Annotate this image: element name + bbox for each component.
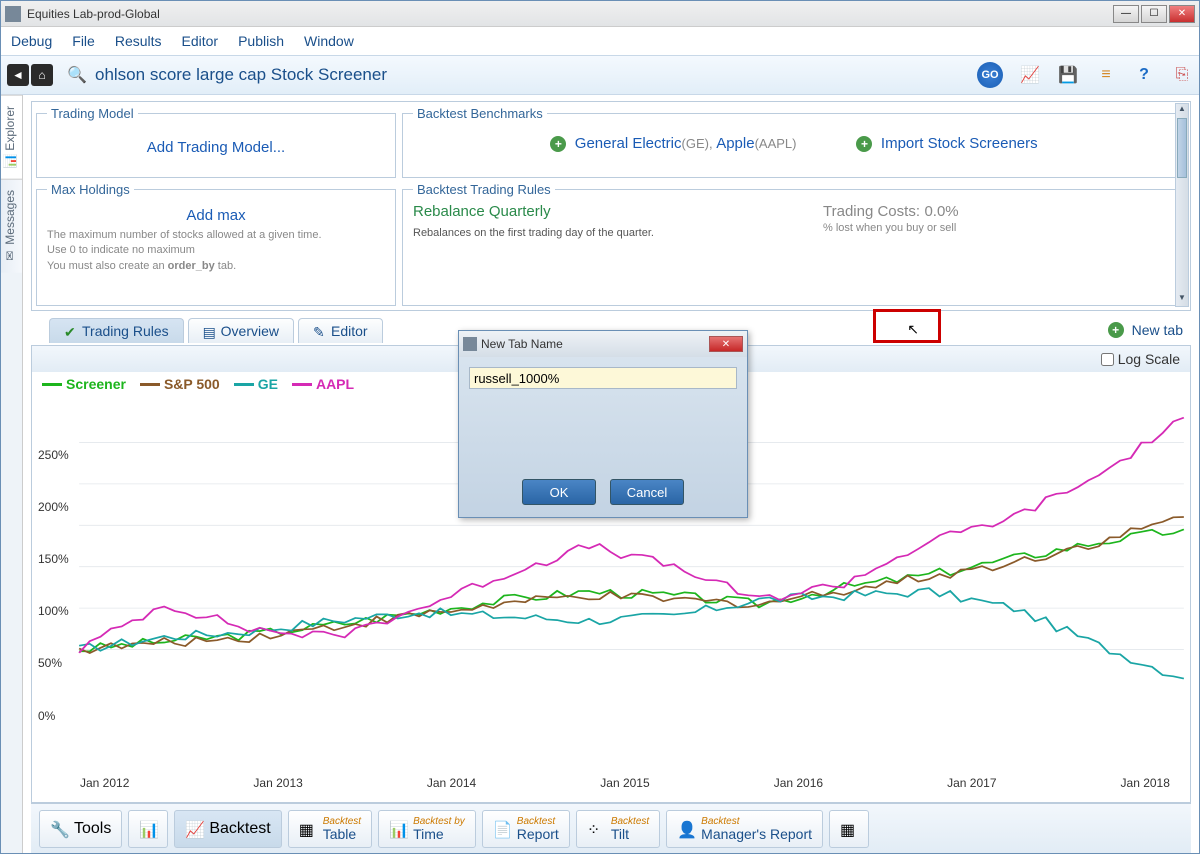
dialog-icon <box>463 337 477 351</box>
list-icon[interactable]: ≡ <box>1095 64 1117 86</box>
new-tab-button[interactable]: +New tab <box>1108 322 1183 338</box>
import-screeners[interactable]: + Import Stock Screeners <box>856 135 1037 153</box>
sidetab-label: Messages <box>3 190 17 245</box>
nav-home-button[interactable]: ⌂ <box>31 64 53 86</box>
help-icon[interactable]: ? <box>1133 64 1155 86</box>
benchmark-list: + General Electric(GE), Apple(AAPL) <box>550 135 796 153</box>
legend-sp500: S&P 500 <box>140 376 220 392</box>
menu-window[interactable]: Window <box>304 33 354 49</box>
save-icon[interactable]: 💾 <box>1057 64 1079 86</box>
bottom-backtest[interactable]: 📈Backtest <box>174 810 281 848</box>
toolbar-title: ohlson score large cap Stock Screener <box>95 65 977 85</box>
menu-editor[interactable]: Editor <box>182 33 219 49</box>
bottom-tools[interactable]: 🔧Tools <box>39 810 122 848</box>
linechart-icon: 📈 <box>185 820 203 838</box>
check-icon: ✔ <box>64 324 78 338</box>
menu-debug[interactable]: Debug <box>11 33 52 49</box>
side-tabs: 📊Explorer ✉Messages <box>1 95 23 853</box>
close-button[interactable]: ✕ <box>1169 5 1195 23</box>
pencil-icon: ✎ <box>313 324 327 338</box>
menu-results[interactable]: Results <box>115 33 162 49</box>
legend-trading-model: Trading Model <box>47 106 138 121</box>
bottom-time[interactable]: 📊Backtest byTime <box>378 810 476 848</box>
legend-aapl: AAPL <box>292 376 354 392</box>
bottom-extra[interactable]: ▦ <box>829 810 869 848</box>
tab-trading-rules[interactable]: ✔Trading Rules <box>49 318 184 343</box>
benchmark-ge[interactable]: General Electric <box>575 135 682 152</box>
legend-ge: GE <box>234 376 278 392</box>
wrench-icon: 🔧 <box>50 820 68 838</box>
doc-icon: ▤ <box>203 324 217 338</box>
sidetab-explorer[interactable]: 📊Explorer <box>1 95 22 179</box>
tab-overview[interactable]: ▤Overview <box>188 318 294 343</box>
plus-icon[interactable]: + <box>550 136 566 152</box>
panels: Trading Model Add Trading Model... Max H… <box>31 101 1191 311</box>
dialog-close-button[interactable]: ✕ <box>709 336 743 352</box>
person-icon: 👤 <box>677 820 695 838</box>
max-holdings-desc3: You must also create an order_by tab. <box>47 259 385 274</box>
go-button[interactable]: GO <box>977 62 1003 88</box>
screener-icon: 🔍 <box>65 66 89 84</box>
bottom-managers-report[interactable]: 👤BacktestManager's Report <box>666 810 823 848</box>
add-trading-model-link[interactable]: Add Trading Model... <box>47 127 385 168</box>
app-icon <box>5 6 21 22</box>
max-holdings-desc1: The maximum number of stocks allowed at … <box>47 228 385 243</box>
menu-publish[interactable]: Publish <box>238 33 284 49</box>
barchart-icon: 📊 <box>139 820 157 838</box>
sidetab-label: Explorer <box>3 106 17 151</box>
toolbar: ◄ ⌂ 🔍 ohlson score large cap Stock Scree… <box>1 55 1199 95</box>
trading-costs: Trading Costs: 0.0% <box>823 203 959 221</box>
panel-benchmarks: Backtest Benchmarks + General Electric(G… <box>402 106 1186 178</box>
tab-editor[interactable]: ✎Editor <box>298 318 383 343</box>
panel-trading-model: Trading Model Add Trading Model... <box>36 106 396 178</box>
tab-name-input[interactable] <box>469 367 737 389</box>
trading-costs-desc: % lost when you buy or sell <box>823 221 959 236</box>
cancel-button[interactable]: Cancel <box>610 479 684 505</box>
bottom-table[interactable]: ▦BacktestTable <box>288 810 372 848</box>
benchmark-aapl[interactable]: Apple <box>716 135 754 152</box>
cursor-icon: ↖ <box>907 321 919 338</box>
nav-back-button[interactable]: ◄ <box>7 64 29 86</box>
plus-icon: + <box>1108 322 1124 338</box>
panel-trading-rules: Backtest Trading Rules Rebalance Quarter… <box>402 182 1186 306</box>
window-title: Equities Lab-prod-Global <box>27 7 1113 21</box>
new-tab-dialog: New Tab Name ✕ OK Cancel <box>458 330 748 518</box>
bars-icon: 📊 <box>389 820 407 838</box>
table-icon: ▦ <box>299 820 317 838</box>
minimize-button[interactable]: — <box>1113 5 1139 23</box>
legend-trading-rules: Backtest Trading Rules <box>413 182 555 197</box>
rebalance-link[interactable]: Rebalance Quarterly <box>413 203 743 220</box>
legend-screener: Screener <box>42 376 126 392</box>
scatter-icon: ⁘ <box>587 820 605 838</box>
exit-icon[interactable]: ⎘ <box>1171 64 1193 86</box>
bottom-tilt[interactable]: ⁘BacktestTilt <box>576 810 660 848</box>
menu-file[interactable]: File <box>72 33 95 49</box>
panel-max-holdings: Max Holdings Add max The maximum number … <box>36 182 396 306</box>
bottom-bar: 🔧Tools 📊 📈Backtest ▦BacktestTable 📊Backt… <box>31 803 1191 853</box>
legend-max-holdings: Max Holdings <box>47 182 134 197</box>
report-icon: 📄 <box>493 820 511 838</box>
add-max-link[interactable]: Add max <box>47 203 385 228</box>
x-axis: Jan 2012Jan 2013Jan 2014Jan 2015Jan 2016… <box>32 774 1190 796</box>
dialog-titlebar[interactable]: New Tab Name ✕ <box>459 331 747 357</box>
sidetab-messages[interactable]: ✉Messages <box>1 179 22 273</box>
titlebar: Equities Lab-prod-Global — ☐ ✕ <box>1 1 1199 27</box>
bottom-chart1[interactable]: 📊 <box>128 810 168 848</box>
maximize-button[interactable]: ☐ <box>1141 5 1167 23</box>
grid-icon: ▦ <box>840 820 858 838</box>
panel-scrollbar[interactable]: ▲▼ <box>1175 103 1189 307</box>
max-holdings-desc2: Use 0 to indicate no maximum <box>47 243 385 258</box>
plus-icon: + <box>856 136 872 152</box>
menubar: Debug File Results Editor Publish Window <box>1 27 1199 55</box>
rebalance-desc: Rebalances on the first trading day of t… <box>413 226 743 241</box>
bottom-report[interactable]: 📄BacktestReport <box>482 810 570 848</box>
dialog-title: New Tab Name <box>481 337 563 351</box>
chart-icon[interactable]: 📈 <box>1019 64 1041 86</box>
ok-button[interactable]: OK <box>522 479 596 505</box>
log-scale-checkbox[interactable]: Log Scale <box>1101 351 1180 367</box>
legend-benchmarks: Backtest Benchmarks <box>413 106 547 121</box>
